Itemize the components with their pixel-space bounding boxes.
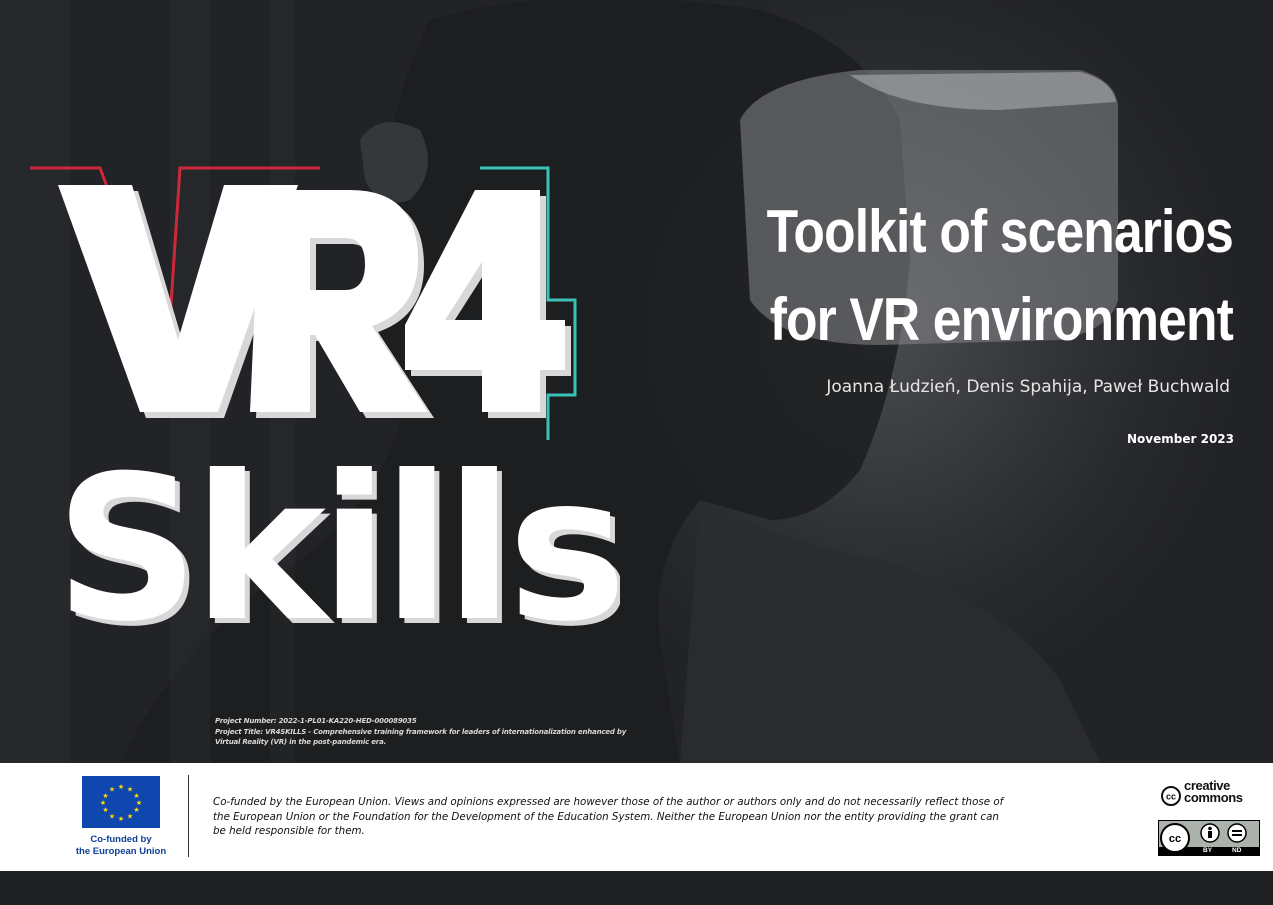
svg-text:★: ★ <box>133 806 139 814</box>
project-info: Project Number: 2022-1-PL01-KA220-HED-00… <box>215 716 655 748</box>
bottom-dark-band <box>0 871 1273 905</box>
svg-text:★: ★ <box>102 806 108 814</box>
eu-cofunded-label: Co-funded by the European Union <box>75 834 167 857</box>
document-title: Toolkit of scenarios for VR environment <box>700 188 1234 364</box>
title-line-1: Toolkit of scenarios <box>766 198 1234 265</box>
svg-text:★: ★ <box>118 783 124 791</box>
svg-text:cc: cc <box>1166 792 1176 802</box>
title-line-2: for VR environment <box>769 286 1234 353</box>
cover-page: Skills Skills Toolkit of scenarios for V… <box>0 0 1273 905</box>
project-number: Project Number: 2022-1-PL01-KA220-HED-00… <box>215 717 417 725</box>
footer-divider <box>188 775 189 857</box>
svg-text:★: ★ <box>127 813 133 821</box>
cc-badge-by: BY <box>1203 847 1213 854</box>
project-title-line-2: Virtual Reality (VR) in the post-pandemi… <box>215 738 387 746</box>
cc-badge-nd: ND <box>1232 847 1242 854</box>
svg-text:★: ★ <box>127 786 133 794</box>
vr4skills-logo: Skills Skills <box>30 166 620 640</box>
logo-skills-text: Skills <box>55 433 620 640</box>
svg-text:★: ★ <box>109 786 115 794</box>
publication-date: November 2023 <box>1127 432 1234 446</box>
eu-disclaimer: Co-funded by the European Union. Views a… <box>213 796 1004 837</box>
cc-by-nd-license-badge: cc BY ND <box>1158 820 1260 856</box>
svg-text:cc: cc <box>1169 833 1181 845</box>
authors: Joanna Łudzień, Denis Spahija, Paweł Buc… <box>826 377 1230 397</box>
eu-flag-icon: ★ ★ ★ ★ ★ ★ ★ ★ ★ ★ ★ ★ <box>82 776 160 828</box>
svg-text:★: ★ <box>118 815 124 823</box>
project-title-line-1: Project Title: VR4SKILLS - Comprehensive… <box>215 727 627 736</box>
creative-commons-wordmark: creative commons <box>1184 778 1243 805</box>
svg-text:★: ★ <box>102 792 108 800</box>
svg-text:★: ★ <box>109 813 115 821</box>
svg-text:★: ★ <box>100 799 106 807</box>
